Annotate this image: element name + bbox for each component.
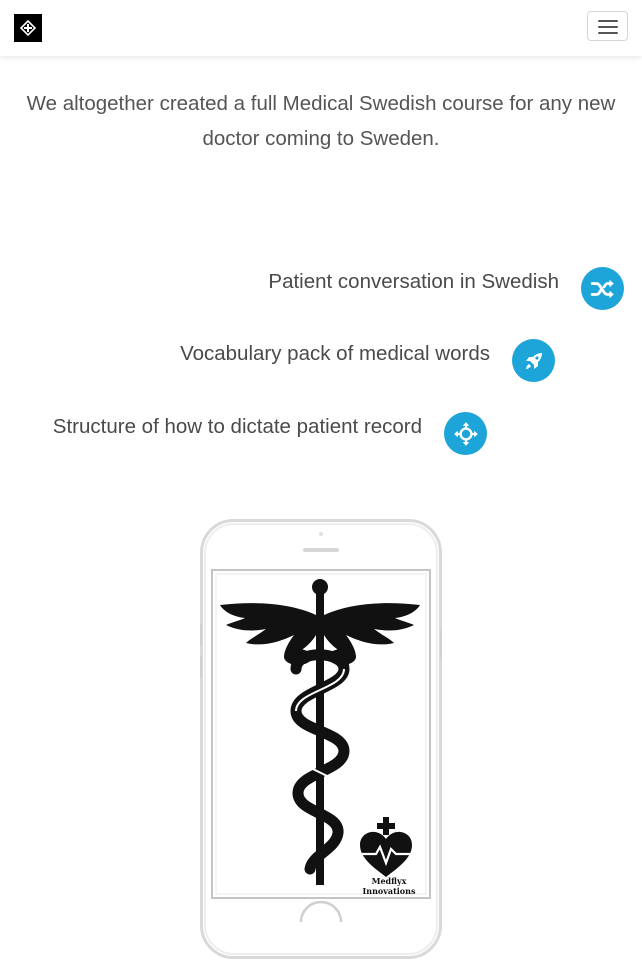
feature-label-dictation: Structure of how to dictate patient reco… (52, 415, 422, 438)
diamond-cross-logo-icon (20, 20, 36, 36)
crosshair-arrows-icon (453, 421, 478, 446)
navbar-toggle-button[interactable] (587, 11, 628, 41)
feature-label-vocabulary: Vocabulary pack of medical words (180, 342, 490, 365)
feature-button-conversation[interactable] (581, 267, 624, 310)
feature-button-vocabulary[interactable] (512, 339, 555, 382)
rocket-icon (525, 352, 542, 369)
medflyx-logo-text: Medflyx Innovations (350, 876, 428, 896)
feature-button-dictation[interactable] (444, 412, 487, 455)
logo-line-1: Medflyx (371, 876, 407, 886)
feature-label-conversation: Patient conversation in Swedish (268, 270, 559, 293)
phone-mockup: Medflyx Innovations (199, 519, 443, 959)
intro-text: We altogether created a full Medical Swe… (26, 92, 616, 150)
shuffle-icon (590, 279, 614, 298)
navbar (0, 0, 642, 56)
logo-line-2: Innovations (362, 886, 416, 896)
brand-logo[interactable] (14, 14, 42, 42)
